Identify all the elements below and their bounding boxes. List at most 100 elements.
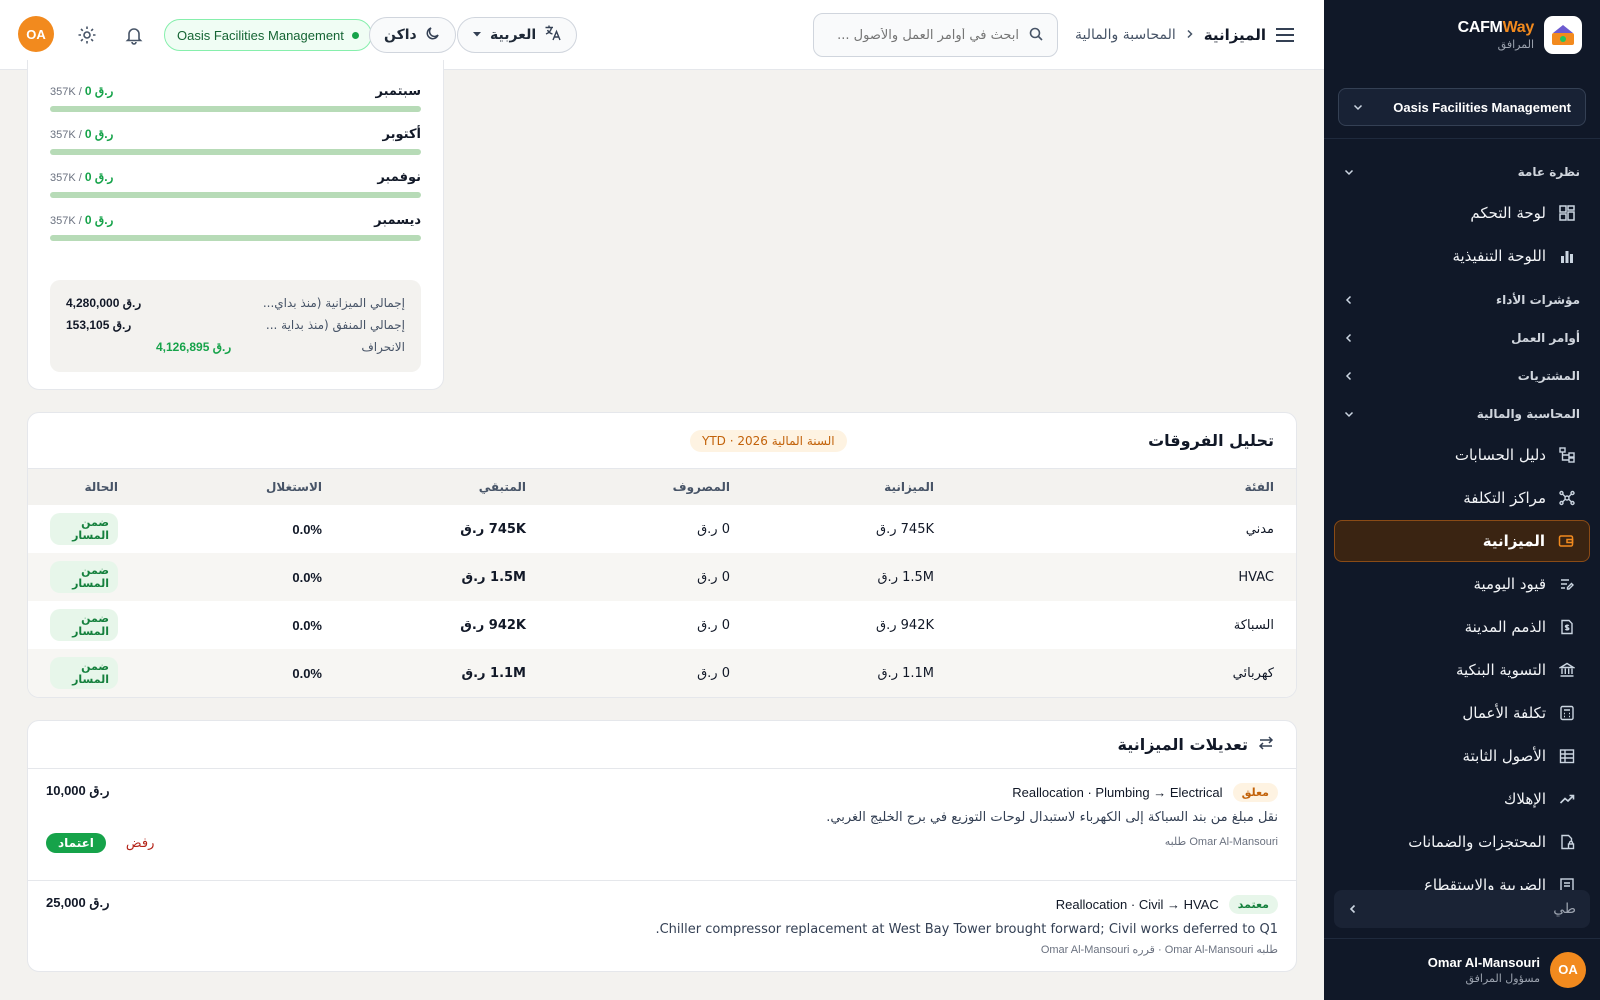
month-name: ديسمبر — [374, 212, 421, 228]
brand[interactable]: CAFMWay المرافق — [1324, 0, 1600, 70]
sidebar-item-receivables[interactable]: الذمم المدينة — [1334, 606, 1590, 648]
adjustment-amount: 25,000 ر.ق — [46, 895, 110, 910]
sidebar-item-label: الذمم المدينة — [1464, 618, 1546, 636]
search-bar[interactable] — [813, 13, 1058, 57]
adjustment-meta: Omar Al-Mansouri طلبه — [1164, 836, 1278, 848]
sidebar-item-fixed-assets[interactable]: الأصول الثابتة — [1334, 735, 1590, 777]
approve-button[interactable]: اعتماد — [46, 833, 106, 853]
column-header[interactable]: الحالة — [28, 469, 140, 505]
breadcrumb-parent[interactable]: المحاسبة والمالية — [1075, 27, 1176, 43]
column-header[interactable]: الاستغلال — [140, 469, 344, 505]
sidebar: CAFMWay المرافق Oasis Facilities Managem… — [1324, 0, 1600, 1000]
section-label: مؤشرات الأداء — [1495, 293, 1580, 307]
sidebar-item-label: تكلفة الأعمال — [1462, 704, 1546, 722]
sidebar-section-procurement[interactable]: المشتريات — [1324, 357, 1600, 395]
variance-table: الفئة الميزانية المصروف المتبقي الاستغلا… — [28, 469, 1296, 697]
table-row[interactable]: كهربائي 1.1M ر.ق 0 ر.ق 1.1M ر.ق 0.0% ضمن… — [28, 649, 1296, 697]
table-header-row: الفئة الميزانية المصروف المتبقي الاستغلا… — [28, 469, 1296, 505]
sidebar-item-job-costing[interactable]: تكلفة الأعمال — [1334, 692, 1590, 734]
month-row: 357K / 0 ر.ق ديسمبر — [50, 210, 421, 241]
adjustment-description: نقل مبلغ من بند السباكة إلى الكهرباء لاس… — [826, 810, 1278, 825]
sidebar-item-dashboard[interactable]: لوحة التحكم — [1334, 192, 1590, 234]
sidebar-item-budget[interactable]: الميزانية — [1334, 520, 1590, 562]
moon-icon — [425, 25, 441, 45]
remaining-cell: 942K ر.ق — [460, 617, 526, 633]
sidebar-user[interactable]: OA Omar Al-Mansouri مسؤول المرافق — [1324, 938, 1600, 1000]
search-input[interactable] — [829, 27, 1019, 43]
sidebar-section-finance[interactable]: المحاسبة والمالية — [1324, 395, 1600, 433]
section-label: نظرة عامة — [1517, 165, 1580, 179]
column-header[interactable]: المتبقي — [344, 469, 548, 505]
month-name: أكتوبر — [382, 126, 421, 142]
column-header[interactable]: الميزانية — [752, 469, 956, 505]
org-status-pill[interactable]: Oasis Facilities Management — [164, 19, 372, 51]
chevron-down-icon — [1353, 102, 1363, 112]
category-cell: مدني — [1245, 521, 1274, 537]
building-icon — [1558, 747, 1576, 765]
invoice-dollar-icon — [1558, 618, 1576, 636]
sidebar-item-journal[interactable]: قيود اليومية — [1334, 563, 1590, 605]
budget-cell: 745K ر.ق — [876, 521, 934, 537]
bank-icon — [1558, 661, 1576, 679]
utilization-cell: 0.0% — [292, 521, 322, 537]
section-label: المشتريات — [1517, 369, 1580, 383]
sidebar-item-label: الإهلاك — [1504, 790, 1546, 808]
brand-logo-icon — [1544, 16, 1582, 54]
gear-icon[interactable] — [75, 23, 99, 47]
avatar[interactable]: OA — [18, 16, 54, 52]
sidebar-item-bank-reconciliation[interactable]: التسوية البنكية — [1334, 649, 1590, 691]
column-header[interactable]: المصروف — [548, 469, 752, 505]
sidebar-section-kpis[interactable]: مؤشرات الأداء — [1324, 281, 1600, 319]
budget-totals: 4,280,000 ر.ق إجمالي الميزانية (منذ بداي… — [50, 280, 421, 372]
adjustment-title: Reallocation · Plumbing → Electrical — [1012, 785, 1223, 800]
sidebar-item-label: الأصول الثابتة — [1462, 747, 1546, 765]
bell-icon[interactable] — [122, 23, 146, 47]
sidebar-item-retentions[interactable]: المحتجزات والضمانات — [1334, 821, 1590, 863]
sidebar-item-chart-of-accounts[interactable]: دليل الحسابات — [1334, 434, 1590, 476]
hierarchy-icon — [1558, 446, 1576, 464]
table-row[interactable]: السباكة 942K ر.ق 0 ر.ق 942K ر.ق 0.0% ضمن… — [28, 601, 1296, 649]
table-row[interactable]: مدني 745K ر.ق 0 ر.ق 745K ر.ق 0.0% ضمن ال… — [28, 505, 1296, 553]
chevron-left-icon — [1348, 904, 1358, 914]
progress-bar — [50, 192, 421, 198]
avatar: OA — [1550, 951, 1586, 988]
sidebar-item-executive[interactable]: اللوحة التنفيذية — [1334, 235, 1590, 277]
theme-toggle[interactable]: داكن — [369, 17, 456, 53]
chevron-down-icon — [1344, 167, 1354, 177]
adjustment-amount: 10,000 ر.ق — [46, 783, 110, 798]
progress-bar — [50, 235, 421, 241]
total-budget-label: إجمالي الميزانية (منذ بداي... — [262, 296, 405, 310]
spent-cell: 0 ر.ق — [548, 553, 752, 601]
table-row[interactable]: HVAC 1.5M ر.ق 0 ر.ق 1.5M ر.ق 0.0% ضمن ال… — [28, 553, 1296, 601]
document-lock-icon — [1558, 833, 1576, 851]
status-badge: ضمن المسار — [50, 513, 118, 545]
reject-button[interactable]: رفض — [126, 836, 154, 851]
chevron-left-icon — [1344, 295, 1354, 305]
language-selector[interactable]: العربية — [457, 17, 578, 53]
menu-icon[interactable] — [1272, 22, 1298, 48]
total-spent-value: 153,105 ر.ق — [66, 318, 132, 332]
status-cell: ضمن المسار — [28, 553, 140, 601]
status-badge: ضمن المسار — [50, 561, 118, 593]
sidebar-item-cost-centers[interactable]: مراكز التكلفة — [1334, 477, 1590, 519]
sidebar-item-depreciation[interactable]: الإهلاك — [1334, 778, 1590, 820]
language-label: العربية — [490, 27, 537, 43]
adjustment-item[interactable]: معلق Reallocation · Plumbing → Electrica… — [28, 769, 1296, 881]
brand-name: CAFMWay — [1457, 19, 1535, 36]
sidebar-item-label: التسوية البنكية — [1455, 661, 1546, 679]
collapse-label: طي — [1553, 901, 1576, 917]
total-spent-label: إجمالي المنفق (منذ بداية ... — [265, 318, 405, 332]
variance-label: الانحراف — [361, 340, 405, 354]
column-header[interactable]: الفئة — [956, 469, 1296, 505]
sidebar-section-overview[interactable]: نظرة عامة — [1324, 153, 1600, 191]
monthly-budget-card: 357K / 0 ر.ق سبتمبر 357K / 0 ر.ق أكتوبر … — [27, 60, 444, 390]
adjustment-item[interactable]: معتمد Reallocation · Civil → HVAC Chille… — [28, 881, 1296, 970]
sidebar-section-work-orders[interactable]: أوامر العمل — [1324, 319, 1600, 357]
sidebar-item-label: الميزانية — [1482, 532, 1545, 550]
org-selector[interactable]: Oasis Facilities Management — [1338, 88, 1586, 126]
section-label: المحاسبة والمالية — [1476, 407, 1580, 421]
spent-cell: 0 ر.ق — [697, 521, 730, 537]
sidebar-item-label: لوحة التحكم — [1470, 204, 1546, 222]
sidebar-footer: طي OA Omar Al-Mansouri مسؤول المرافق — [1324, 890, 1600, 1000]
sidebar-collapse-button[interactable]: طي — [1334, 890, 1590, 928]
